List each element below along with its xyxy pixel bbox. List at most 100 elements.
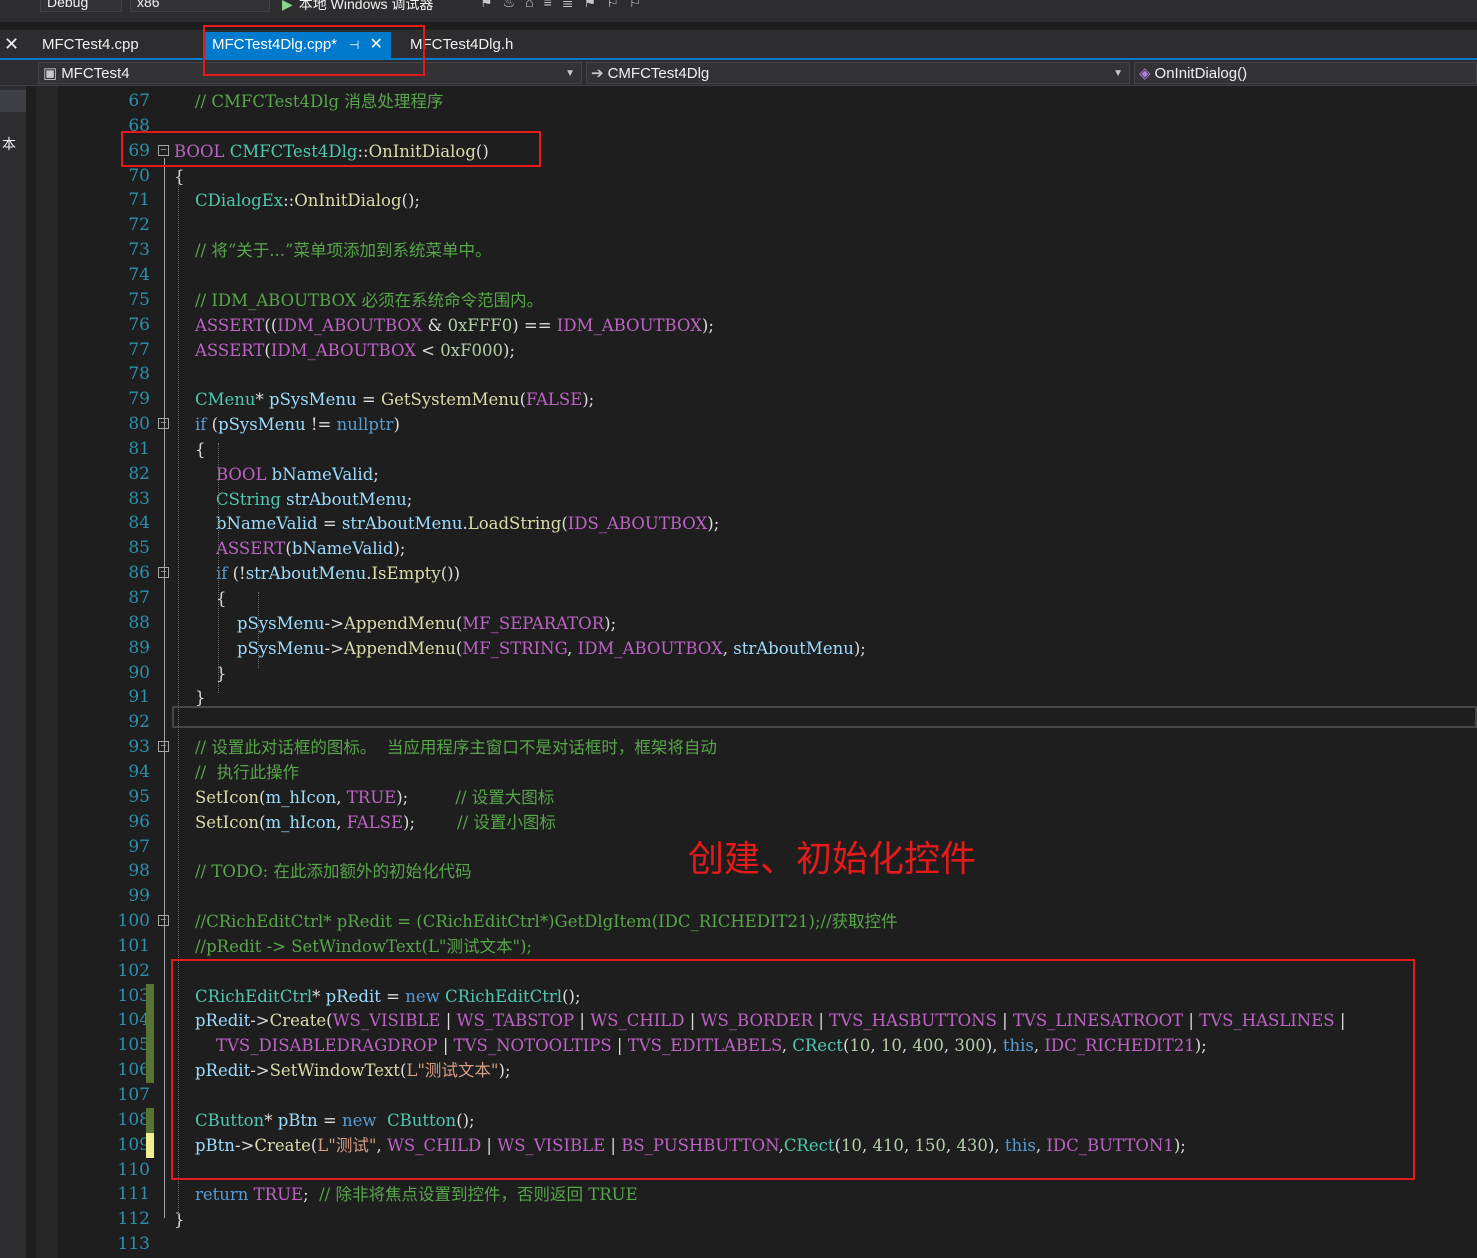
code-line[interactable]: 76 ASSERT((IDM_ABOUTBOX & 0xFFF0) == IDM… [36,313,1477,338]
code-token: -> [324,613,344,633]
code-token: //CRichEditCtrl* pRedit = (CRichEditCtrl… [194,912,898,932]
code-line[interactable]: 84 bNameValid = strAboutMenu.LoadString(… [36,511,1477,536]
collapse-icon[interactable]: − [158,567,169,579]
code-line[interactable]: 86− if (!strAboutMenu.IsEmpty()) [36,561,1477,586]
close-panel-icon[interactable]: ✕ [4,34,19,55]
collapse-icon[interactable]: − [158,915,169,927]
saved-change-marker [146,983,154,1009]
solution-config-dropdown[interactable]: Debug [40,0,122,12]
collapse-icon[interactable]: − [158,741,169,753]
bookmark-icon[interactable]: ⚑ [584,0,607,10]
line-number: 102 [117,960,150,981]
code-line[interactable]: 80− if (pSysMenu != nullptr) [36,412,1477,437]
tab-mfctest4dlg-h[interactable]: MFCTest4Dlg.h [410,32,513,58]
code-line[interactable]: 83 CString strAboutMenu; [36,487,1477,512]
line-number: 106 [117,1060,150,1081]
code-line[interactable]: 112} [36,1207,1477,1232]
code-text: //CRichEditCtrl* pRedit = (CRichEditCtrl… [174,909,898,934]
code-line[interactable]: 75 // IDM_ABOUTBOX 必须在系统命令范围内。 [36,288,1477,313]
code-token: != [305,415,337,435]
code-token: IDM_ABOUTBOX [277,315,423,335]
line-number: 103 [117,985,150,1006]
line-number: 109 [117,1134,150,1155]
code-line[interactable]: 85 ASSERT(bNameValid); [36,536,1477,561]
code-line[interactable]: 73 // 将“关于...”菜单项添加到系统菜单中。 [36,238,1477,263]
code-token: ; [303,1185,320,1205]
code-line[interactable]: 88 pSysMenu->AppendMenu(MF_SEPARATOR); [36,611,1477,636]
browse-icon[interactable]: ⌂ [525,0,543,10]
sidebar-selected-item[interactable] [0,90,26,112]
code-line[interactable]: 113 [36,1232,1477,1257]
code-line[interactable]: 81 { [36,437,1477,462]
line-number: 87 [128,588,150,608]
code-token: ); [582,390,595,410]
attach-icon[interactable]: ⚑ [480,0,503,10]
code-line[interactable]: 90 } [36,661,1477,686]
tab-label: MFCTest4Dlg.h [410,36,514,53]
code-token: ; [373,464,379,484]
code-line[interactable]: 79 CMenu* pSysMenu = GetSystemMenu(FALSE… [36,387,1477,412]
class-dropdown[interactable]: ➔ CMFCTest4Dlg ▼ [586,62,1130,84]
code-token: CDialogEx [194,191,284,211]
code-token: } [174,1210,185,1230]
tab-mfctest4-cpp[interactable]: MFCTest4.cpp [42,32,139,58]
collapse-icon[interactable]: − [158,418,169,430]
line-number: 67 [128,91,150,111]
code-line[interactable]: 82 BOOL bNameValid; [36,462,1477,487]
class-value: CMFCTest4Dlg [607,65,710,82]
member-dropdown[interactable]: ◈ OnInitDialog() [1134,62,1477,84]
code-line[interactable]: 94 // 执行此操作 [36,760,1477,785]
code-text: //pRedit -> SetWindowText(L"测试文本"); [174,934,532,959]
code-line[interactable]: 89 pSysMenu->AppendMenu(MF_STRING, IDM_A… [36,636,1477,661]
code-text: pSysMenu->AppendMenu(MF_SEPARATOR); [174,611,616,636]
code-token: // IDM_ABOUTBOX 必须在系统命令范围内。 [194,290,544,310]
code-text: CMenu* pSysMenu = GetSystemMenu(FALSE); [174,387,594,412]
line-number: 111 [117,1184,150,1205]
code-text: ASSERT(IDM_ABOUTBOX < 0xF000); [174,338,515,363]
code-line[interactable]: 87 { [36,586,1477,611]
code-line[interactable]: 91 } [36,685,1477,710]
code-token: nullptr [336,415,394,435]
comment-icon[interactable]: ≡ [544,0,562,10]
code-line[interactable]: 67 // CMFCTest4Dlg 消息处理程序 [36,89,1477,114]
code-line[interactable]: 99 [36,884,1477,909]
code-text: if (!strAboutMenu.IsEmpty()) [174,561,460,586]
code-line[interactable]: 95 SetIcon(m_hIcon, TRUE); // 设置大图标 [36,785,1477,810]
code-token: TRUE [253,1185,304,1205]
uncomment-icon[interactable]: ≣ [562,0,584,10]
play-icon: ▶ [282,0,293,12]
start-debugging-button[interactable]: ▶ 本地 Windows 调试器 [282,0,433,14]
code-line[interactable]: 93− // 设置此对话框的图标。 当应用程序主窗口不是对话框时，框架将自动 [36,735,1477,760]
code-token: FALSE [346,812,404,832]
code-token: pSysMenu [236,613,325,633]
code-line[interactable]: 72 [36,213,1477,238]
code-token: // 设置小图标 [457,812,556,832]
code-line[interactable]: 77 ASSERT(IDM_ABOUTBOX < 0xF000); [36,338,1477,363]
code-token: MF_STRING [462,638,568,658]
code-text: ASSERT(bNameValid); [174,536,405,561]
code-text: // 将“关于...”菜单项添加到系统菜单中。 [174,238,491,263]
code-token: IDM_ABOUTBOX [270,340,416,360]
solution-config-value: Debug [47,0,89,10]
code-line[interactable]: 101 //pRedit -> SetWindowText(L"测试文本"); [36,934,1477,959]
line-number: 70 [128,165,150,186]
next-bookmark-icon[interactable]: ⚐ [629,0,652,10]
code-token: (! [227,564,246,584]
code-line[interactable]: 100− //CRichEditCtrl* pRedit = (CRichEdi… [36,909,1477,934]
solution-platform-dropdown[interactable]: x86 [130,0,270,12]
code-text: bNameValid = strAboutMenu.LoadString(IDS… [174,511,719,536]
project-value: MFCTest4 [61,65,130,82]
code-line[interactable]: 74 [36,263,1477,288]
code-line[interactable]: 71 CDialogEx::OnInitDialog(); [36,188,1477,213]
prev-bookmark-icon[interactable]: ⚐ [606,0,629,10]
hot-reload-icon[interactable]: ♨ [503,0,526,10]
unsaved-change-marker [146,1132,154,1158]
code-line[interactable]: 92 [36,710,1477,735]
code-token: if [194,415,207,435]
code-line[interactable]: 78 [36,362,1477,387]
code-line[interactable]: 111 return TRUE; // 除非将焦点设置到控件，否则返回 TRUE [36,1182,1477,1207]
code-line[interactable]: 70 { [36,164,1477,189]
